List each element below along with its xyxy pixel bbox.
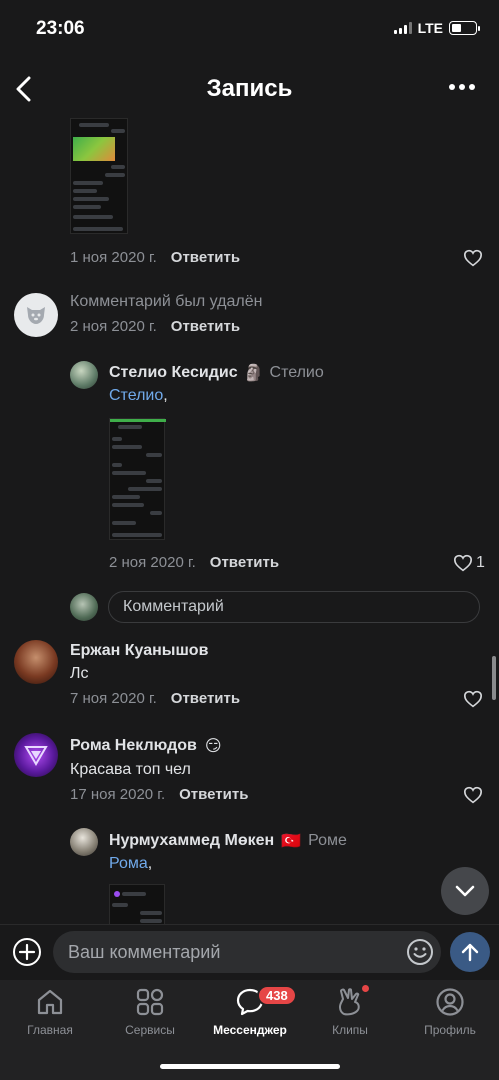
comment-attachment-image[interactable] — [109, 418, 166, 540]
clips-icon — [339, 988, 360, 1016]
avatar[interactable] — [70, 828, 98, 856]
reply-button[interactable]: Ответить — [171, 249, 240, 266]
scrollbar[interactable] — [492, 656, 496, 700]
add-attachment-icon[interactable] — [12, 937, 42, 967]
mention-link[interactable]: Стелио — [109, 387, 163, 404]
author-name[interactable]: Рома Неклюдов — [70, 737, 197, 755]
unread-badge: 438 — [257, 985, 297, 1006]
reply-button[interactable]: Ответить — [210, 554, 279, 571]
page-title: Запись — [206, 75, 293, 102]
avatar[interactable] — [70, 361, 98, 389]
inline-comment-input[interactable]: Комментарий — [108, 591, 480, 623]
services-icon — [136, 988, 164, 1016]
like-count: 1 — [476, 554, 485, 571]
like-icon[interactable] — [463, 786, 483, 804]
tab-profile[interactable]: Профиль — [405, 987, 495, 1037]
status-time: 23:06 — [36, 18, 85, 39]
like-icon[interactable] — [453, 554, 473, 572]
reply-button[interactable]: Ответить — [171, 690, 240, 707]
like-icon[interactable] — [463, 690, 483, 708]
network-label: LTE — [417, 20, 443, 36]
tab-home[interactable]: Главная — [5, 987, 95, 1037]
comment-date: 7 ноя 2020 г. — [70, 690, 157, 707]
reply-button[interactable]: Ответить — [171, 318, 240, 335]
like-button[interactable]: 1 — [453, 554, 485, 572]
comment-attachment-image[interactable] — [109, 884, 165, 924]
tab-label: Профиль — [424, 1023, 476, 1037]
flag-emoji: 🇹🇷 — [281, 833, 302, 850]
comment-input[interactable]: Ваш комментарий — [53, 931, 441, 973]
comment-date: 1 ноя 2020 г. — [70, 249, 157, 266]
logo-icon — [24, 746, 48, 766]
more-icon[interactable] — [449, 84, 475, 90]
tab-label: Клипы — [332, 1023, 368, 1037]
comment-text: Лс — [70, 665, 89, 682]
my-avatar — [70, 593, 98, 621]
tab-label: Сервисы — [125, 1023, 175, 1037]
chevron-down-icon — [455, 885, 475, 897]
author-name[interactable]: Ержан Куанышов — [70, 642, 208, 660]
avatar[interactable] — [14, 640, 58, 684]
reply-to-name[interactable]: Роме — [308, 832, 347, 850]
send-button[interactable] — [450, 932, 490, 972]
comment-date: 2 ноя 2020 г. — [109, 554, 196, 571]
like-icon[interactable] — [463, 249, 483, 267]
moai-emoji: 🗿 — [243, 365, 264, 382]
clips-indicator-dot — [362, 985, 369, 992]
tab-label: Мессенджер — [213, 1023, 287, 1037]
dog-icon — [27, 307, 45, 324]
reply-button[interactable]: Ответить — [179, 786, 248, 803]
status-indicators: LTE — [393, 20, 480, 36]
tab-services[interactable]: Сервисы — [105, 987, 195, 1037]
battery-icon — [449, 21, 480, 35]
arrow-up-icon — [461, 943, 479, 962]
comment-date: 17 ноя 2020 г. — [70, 786, 166, 803]
smirk-emoji: 😏 — [204, 738, 222, 755]
avatar[interactable] — [14, 733, 58, 777]
comment-attachment-image[interactable] — [70, 118, 128, 234]
signal-icon — [393, 22, 412, 34]
home-indicator — [160, 1064, 340, 1069]
tab-label: Главная — [27, 1023, 73, 1037]
comment-date: 2 ноя 2020 г. — [70, 318, 157, 335]
reply-to-name[interactable]: Стелио — [270, 364, 324, 382]
home-icon — [37, 989, 63, 1015]
comment-text: Красава топ чел — [70, 761, 191, 778]
author-name[interactable]: Нурмухаммед Мөкен — [109, 832, 274, 850]
author-name[interactable]: Стелио Кесидис — [109, 364, 238, 382]
mention-link[interactable]: Рома — [109, 855, 148, 872]
scroll-down-button[interactable] — [441, 867, 489, 915]
profile-icon — [436, 988, 464, 1016]
deleted-comment-text: Комментарий был удалён — [70, 293, 263, 310]
emoji-icon[interactable] — [406, 938, 434, 966]
tab-clips[interactable]: Клипы — [305, 987, 395, 1037]
deleted-avatar — [14, 293, 58, 337]
